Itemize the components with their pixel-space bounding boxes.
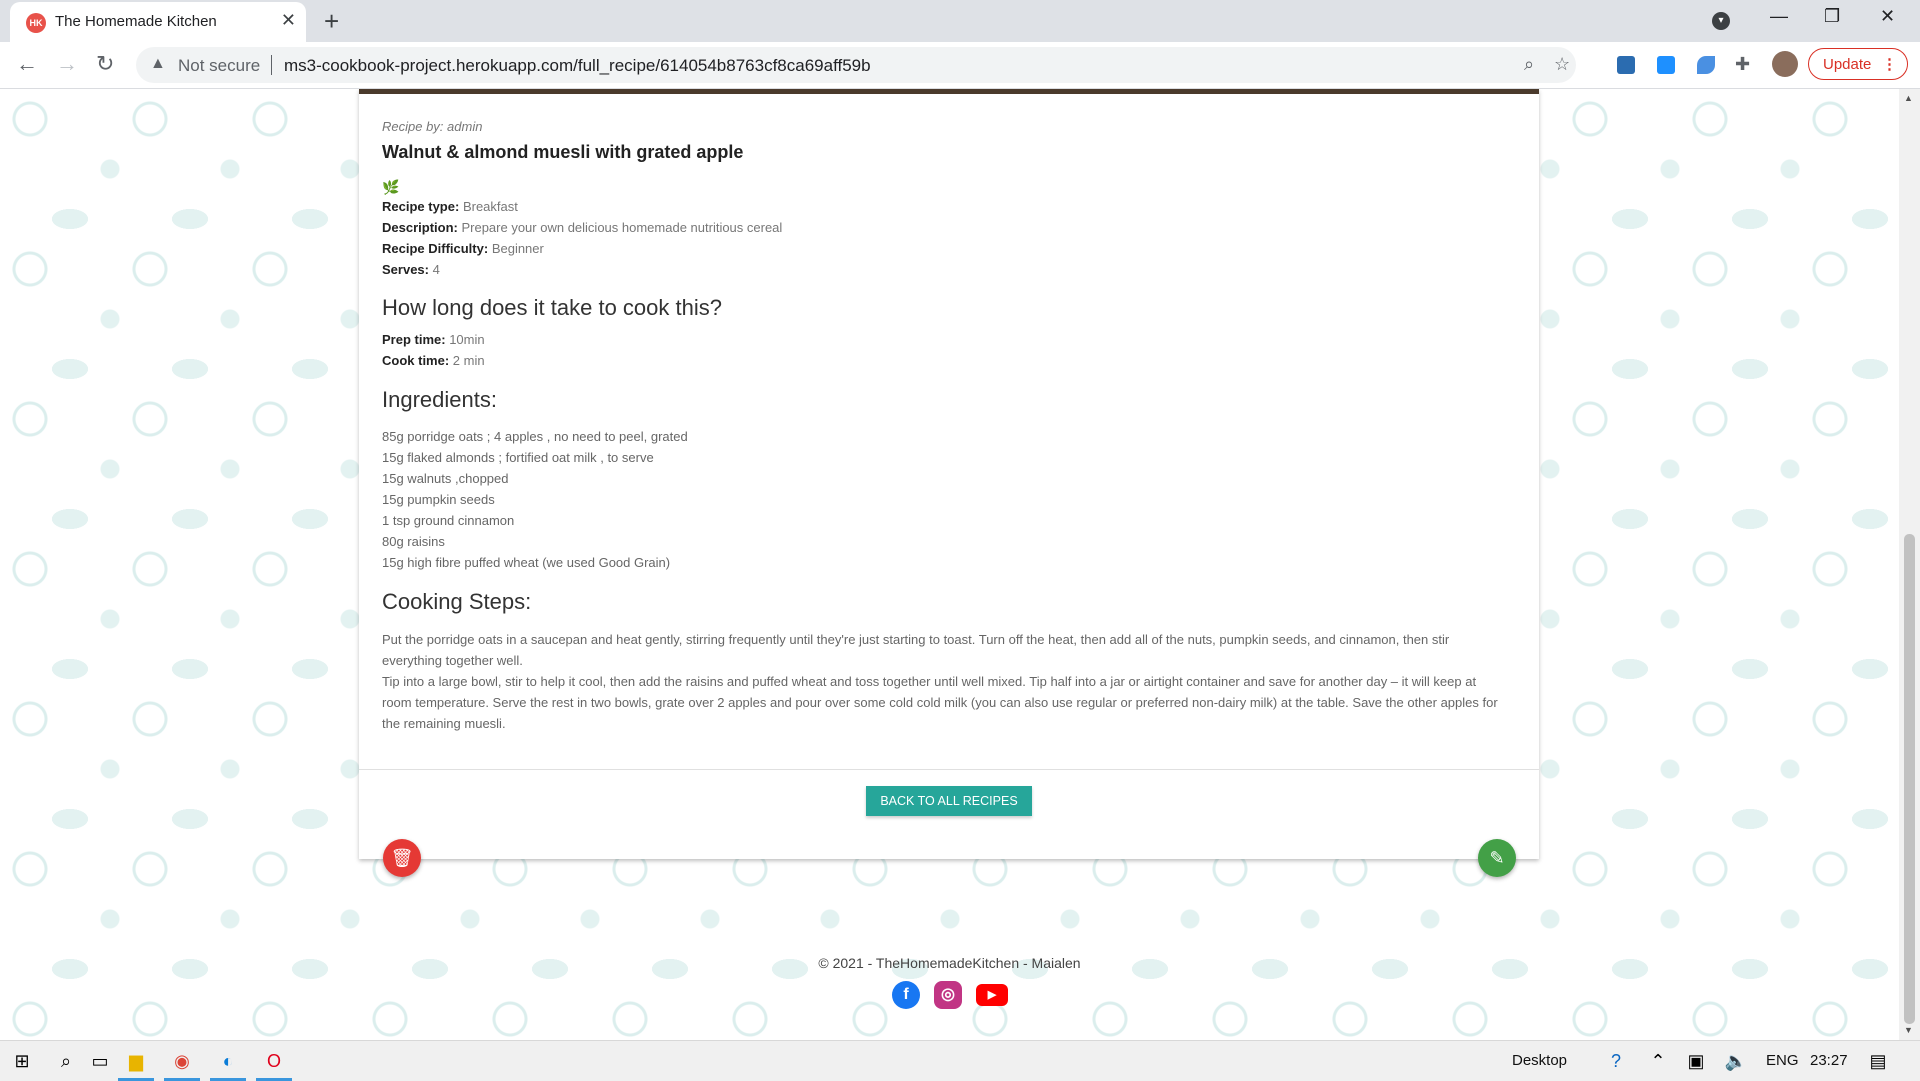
recipe-image <box>359 89 1539 94</box>
search-icon[interactable]: ⌕ <box>54 1049 78 1073</box>
pencil-icon: ✎ <box>1489 848 1505 868</box>
time-heading: How long does it take to cook this? <box>382 295 722 320</box>
clock[interactable]: 23:27 <box>1810 1052 1848 1069</box>
delete-recipe-button[interactable]: 🗑 <box>383 839 421 877</box>
ingredient-item: 80g raisins <box>382 534 445 549</box>
notifications-icon[interactable]: ▤ <box>1866 1049 1890 1073</box>
browser-tab-strip: HK The Homemade Kitchen ✕ + ▾ — ❐ ✕ <box>0 0 1920 42</box>
update-label: Update <box>1823 56 1872 73</box>
cooking-steps: Put the porridge oats in a saucepan and … <box>382 629 1502 734</box>
tab-search-icon[interactable]: ▾ <box>1712 12 1730 30</box>
browser-tab[interactable]: HK The Homemade Kitchen ✕ <box>10 2 306 42</box>
close-tab-icon[interactable]: ✕ <box>281 10 296 31</box>
card-action-divider <box>359 769 1539 770</box>
security-status[interactable]: Not secure <box>178 56 260 76</box>
warning-icon: ▲ <box>150 55 166 72</box>
new-tab-button[interactable]: + <box>324 6 339 37</box>
browser-toolbar: ← → ↻ ▲ Not secure ms3-cookbook-project.… <box>0 42 1920 89</box>
zoom-icon[interactable]: ⌕ <box>1524 54 1534 75</box>
recipe-description: Description: Prepare your own delicious … <box>382 220 783 235</box>
bookmark-star-icon[interactable]: ☆ <box>1554 54 1570 75</box>
menu-dots-icon: ⋮ <box>1882 56 1897 73</box>
scrollbar-thumb[interactable] <box>1904 534 1915 1024</box>
volume-icon[interactable]: 🔈 <box>1724 1049 1748 1073</box>
instagram-icon[interactable]: ◎ <box>934 981 962 1009</box>
scroll-down-icon[interactable]: ▼ <box>1904 1025 1913 1035</box>
windows-taskbar: ⊞ ⌕ ▭ ▆ ◉ ◐ O Desktop ? ⌃ ▣ 🔈 ENG 23:27 … <box>0 1040 1920 1081</box>
back-arrow-icon[interactable]: ← <box>16 51 38 77</box>
language-indicator[interactable]: ENG <box>1766 1052 1799 1069</box>
prep-time: Prep time: 10min <box>382 332 485 347</box>
task-view-icon[interactable]: ▭ <box>88 1049 112 1073</box>
back-to-all-recipes-button[interactable]: BACK TO ALL RECIPES <box>866 786 1032 816</box>
file-explorer-icon[interactable]: ▆ <box>124 1049 148 1073</box>
network-icon[interactable]: ▣ <box>1684 1049 1708 1073</box>
cooking-step: Tip into a large bowl, stir to help it c… <box>382 674 1498 731</box>
restore-icon[interactable]: ❐ <box>1824 6 1840 27</box>
extensions-puzzle-icon[interactable]: ✚ <box>1735 54 1750 75</box>
recipe-title: Walnut & almond muesli with grated apple <box>382 142 744 162</box>
desktop-toolbar-label[interactable]: Desktop <box>1512 1052 1567 1069</box>
address-bar[interactable]: ▲ Not secure ms3-cookbook-project.heroku… <box>136 47 1576 83</box>
recipe-type: Recipe type: Breakfast <box>382 199 518 214</box>
minimize-icon[interactable]: — <box>1770 6 1788 27</box>
url-text[interactable]: ms3-cookbook-project.herokuapp.com/full_… <box>284 56 871 76</box>
page-scrollbar[interactable]: ▲ ▼ <box>1899 89 1920 1040</box>
recipe-serves: Serves: 4 <box>382 262 440 277</box>
page-viewport: Recipe by: admin Walnut & almond muesli … <box>0 89 1899 1040</box>
recipe-card: Recipe by: admin Walnut & almond muesli … <box>359 89 1539 877</box>
trash-icon: 🗑 <box>390 848 414 868</box>
cook-time: Cook time: 2 min <box>382 353 485 368</box>
feather-extension-icon[interactable] <box>1697 56 1715 74</box>
opera-icon[interactable]: O <box>262 1049 286 1073</box>
tab-title: The Homemade Kitchen <box>55 13 217 30</box>
site-favicon-icon: HK <box>26 13 46 33</box>
forward-arrow-icon[interactable]: → <box>56 51 78 77</box>
steps-heading: Cooking Steps: <box>382 589 532 614</box>
extension-1-icon[interactable] <box>1617 56 1635 74</box>
edit-recipe-button[interactable]: ✎ <box>1478 839 1516 877</box>
ingredient-item: 85g porridge oats ; 4 apples , no need t… <box>382 429 688 444</box>
footer-copyright: © 2021 - TheHomemadeKitchen - Maialen <box>818 955 1081 971</box>
ingredient-item: 15g high fibre puffed wheat (we used Goo… <box>382 555 671 570</box>
facebook-icon[interactable]: f <box>892 981 920 1009</box>
recipe-author: Recipe by: admin <box>382 119 483 134</box>
windows-start-icon[interactable]: ⊞ <box>10 1049 34 1073</box>
ingredient-item: 15g walnuts ,chopped <box>382 471 509 486</box>
reload-icon[interactable]: ↻ <box>96 51 114 77</box>
profile-avatar[interactable] <box>1772 51 1798 77</box>
address-separator <box>271 55 272 75</box>
ingredient-item: 1 tsp ground cinnamon <box>382 513 515 528</box>
update-button[interactable]: Update ⋮ <box>1808 48 1908 80</box>
cooking-step: Put the porridge oats in a saucepan and … <box>382 632 1450 668</box>
vegan-leaf-icon: 🌿 <box>382 179 400 195</box>
recipe-difficulty: Recipe Difficulty: Beginner <box>382 241 544 256</box>
youtube-icon[interactable]: ▶ <box>976 984 1008 1006</box>
ingredient-item: 15g pumpkin seeds <box>382 492 495 507</box>
close-window-icon[interactable]: ✕ <box>1880 6 1895 27</box>
tray-chevron-up-icon[interactable]: ⌃ <box>1646 1049 1670 1073</box>
chrome-icon[interactable]: ◉ <box>170 1049 194 1073</box>
ingredient-item: 15g flaked almonds ; fortified oat milk … <box>382 450 654 465</box>
windows-extension-icon[interactable] <box>1657 56 1675 74</box>
help-icon[interactable]: ? <box>1604 1049 1628 1073</box>
edge-icon[interactable]: ◐ <box>216 1049 240 1073</box>
scroll-up-icon[interactable]: ▲ <box>1904 93 1913 103</box>
ingredients-heading: Ingredients: <box>382 387 497 412</box>
